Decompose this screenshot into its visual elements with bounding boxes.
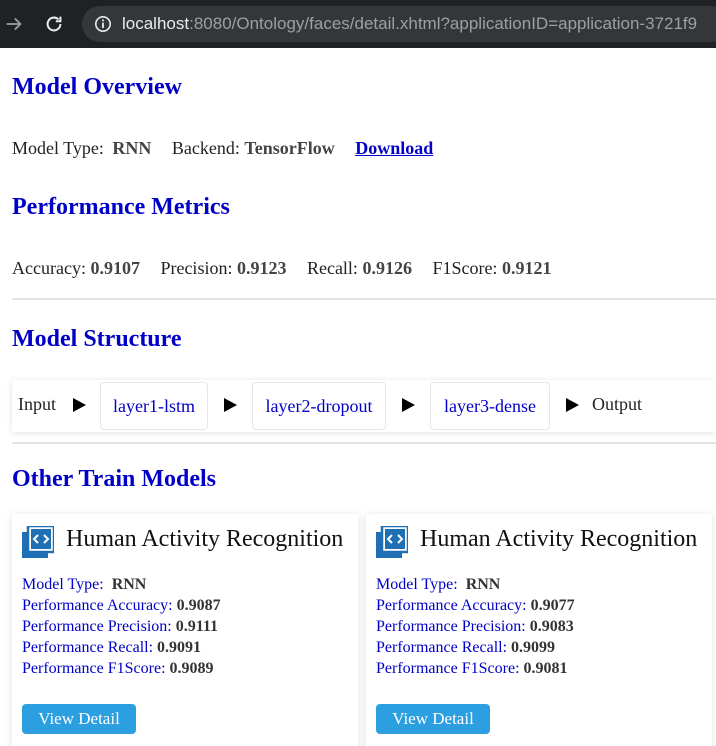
output-label: Output	[592, 394, 643, 414]
arrow-right-icon	[402, 398, 415, 412]
code-icon	[376, 524, 410, 558]
url-host: localhost	[122, 14, 190, 33]
precision-value: 0.9123	[236, 258, 287, 278]
card-accuracy: Performance Accuracy: 0.9087	[22, 597, 221, 615]
card-accuracy-label: Performance Accuracy:	[376, 597, 527, 614]
card-f1score-label: Performance F1Score:	[22, 660, 166, 677]
recall-value: 0.9126	[362, 258, 412, 278]
card-accuracy: Performance Accuracy: 0.9077	[376, 597, 575, 615]
metrics-row: Accuracy: 0.9107 Precision: 0.9123 Recal…	[12, 258, 551, 279]
divider	[12, 442, 716, 444]
accuracy-label: Accuracy:	[12, 258, 86, 278]
card-precision-value: 0.9111	[175, 618, 218, 635]
model-structure-heading: Model Structure	[12, 326, 182, 352]
other-train-models-heading: Other Train Models	[12, 466, 216, 492]
layer-box-dense[interactable]: layer3-dense	[430, 382, 550, 430]
browser-toolbar: localhost:8080/Ontology/faces/detail.xht…	[0, 0, 716, 48]
card-recall: Performance Recall: 0.9099	[376, 639, 555, 657]
card-f1score-value: 0.9089	[169, 660, 214, 677]
forward-arrow-icon[interactable]	[0, 10, 28, 38]
card-f1score-value: 0.9081	[523, 660, 568, 677]
accuracy-value: 0.9107	[90, 258, 140, 278]
card-accuracy-value: 0.9087	[176, 597, 221, 614]
card-precision: Performance Precision: 0.9111	[22, 618, 218, 636]
code-icon	[22, 524, 56, 558]
model-type-value: RNN	[112, 138, 152, 158]
model-structure-pipeline: Input layer1-lstm layer2-dropout layer3-…	[12, 380, 716, 432]
arrow-right-icon	[73, 398, 86, 412]
f1score-value: 0.9121	[501, 258, 552, 278]
divider	[12, 298, 716, 300]
card-precision-label: Performance Precision:	[22, 618, 172, 635]
model-card: Human Activity Recognition Model Type: R…	[366, 514, 712, 746]
performance-metrics-heading: Performance Metrics	[12, 194, 230, 220]
card-precision-label: Performance Precision:	[376, 618, 526, 635]
card-accuracy-value: 0.9077	[530, 597, 575, 614]
card-model-type-label: Model Type:	[22, 576, 104, 593]
info-icon[interactable]	[94, 15, 112, 33]
page-content: Model Overview Model Type: RNN Backend: …	[0, 48, 716, 746]
view-detail-button[interactable]: View Detail	[22, 704, 136, 734]
card-model-type: Model Type: RNN	[22, 576, 146, 594]
url-text: localhost:8080/Ontology/faces/detail.xht…	[122, 14, 697, 34]
model-overview-heading: Model Overview	[12, 74, 182, 100]
backend-value: TensorFlow	[244, 138, 335, 158]
address-bar[interactable]: localhost:8080/Ontology/faces/detail.xht…	[82, 6, 716, 42]
card-recall-value: 0.9091	[157, 639, 202, 656]
card-f1score: Performance F1Score: 0.9089	[22, 660, 214, 678]
f1score-label: F1Score:	[432, 258, 498, 278]
layer-box-dropout[interactable]: layer2-dropout	[252, 382, 386, 430]
card-model-type: Model Type: RNN	[376, 576, 500, 594]
input-label: Input	[18, 394, 56, 414]
model-card: Human Activity Recognition Model Type: R…	[12, 514, 358, 746]
backend-label: Backend:	[171, 138, 240, 158]
recall-label: Recall:	[306, 258, 358, 278]
card-precision-value: 0.9083	[529, 618, 574, 635]
card-title: Human Activity Recognition	[66, 526, 344, 552]
card-precision: Performance Precision: 0.9083	[376, 618, 574, 636]
layer-box-lstm[interactable]: layer1-lstm	[100, 382, 208, 430]
card-model-type-label: Model Type:	[376, 576, 458, 593]
url-path: :8080/Ontology/faces/detail.xhtml?applic…	[189, 14, 698, 33]
view-detail-button[interactable]: View Detail	[376, 704, 490, 734]
card-recall: Performance Recall: 0.9091	[22, 639, 201, 657]
arrow-right-icon	[224, 398, 237, 412]
card-recall-label: Performance Recall:	[22, 639, 154, 656]
precision-label: Precision:	[160, 258, 233, 278]
download-link[interactable]: Download	[355, 138, 433, 158]
card-accuracy-label: Performance Accuracy:	[22, 597, 173, 614]
card-f1score: Performance F1Score: 0.9081	[376, 660, 568, 678]
card-f1score-label: Performance F1Score:	[376, 660, 520, 677]
card-recall-label: Performance Recall:	[376, 639, 508, 656]
card-model-type-value: RNN	[465, 576, 501, 593]
reload-icon[interactable]	[40, 10, 68, 38]
card-title: Human Activity Recognition	[420, 526, 698, 552]
model-type-label: Model Type:	[12, 138, 104, 158]
card-recall-value: 0.9099	[511, 639, 556, 656]
arrow-right-icon	[566, 398, 579, 412]
overview-row: Model Type: RNN Backend: TensorFlow Down…	[12, 138, 433, 159]
card-model-type-value: RNN	[111, 576, 147, 593]
